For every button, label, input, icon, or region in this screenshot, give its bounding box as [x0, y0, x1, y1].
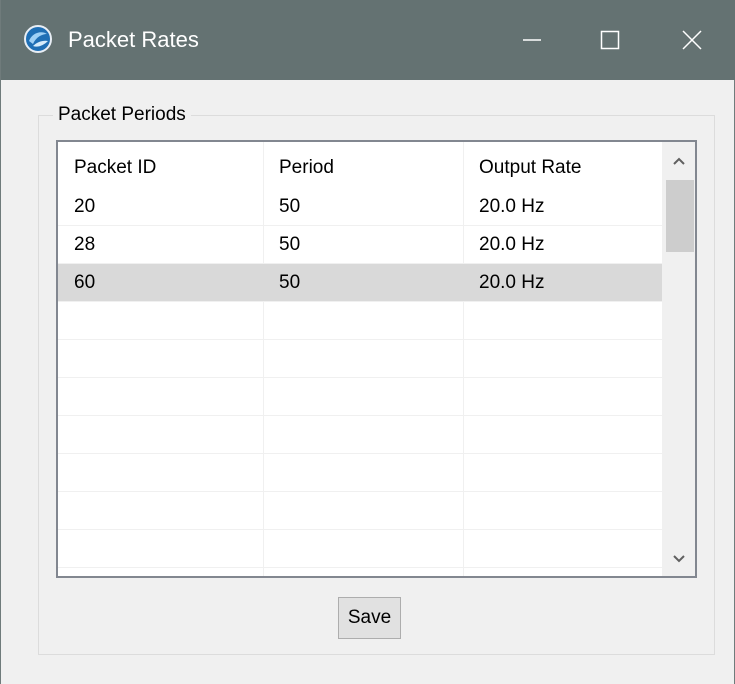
packet-id-cell: 60	[74, 272, 96, 293]
close-icon	[682, 30, 702, 50]
table-row-selected[interactable]: 60 50 20.0 Hz	[58, 264, 662, 302]
vertical-scrollbar[interactable]	[662, 142, 695, 576]
table-row[interactable]: 20 50 20.0 Hz	[58, 188, 662, 226]
minimize-button[interactable]	[493, 0, 571, 80]
table-header-row: Packet ID Period Output Rate	[58, 149, 662, 187]
period-cell[interactable]: 50	[263, 226, 463, 264]
period-cell[interactable]: 50	[263, 264, 463, 302]
column-header[interactable]: Output Rate	[463, 149, 662, 187]
window-title: Packet Rates	[68, 27, 199, 52]
empty-table-row[interactable]	[58, 378, 662, 416]
column-header[interactable]: Packet ID	[58, 149, 263, 187]
packet-id-cell: 28	[74, 234, 96, 255]
scroll-down-button[interactable]	[662, 542, 695, 576]
maximize-icon	[600, 30, 620, 50]
packet-id-cell: 20	[74, 196, 96, 217]
save-button[interactable]: Save	[338, 597, 401, 639]
output-rate-cell: 20.0 Hz	[479, 196, 545, 217]
empty-table-row[interactable]	[58, 492, 662, 530]
minimize-icon	[523, 39, 541, 41]
packet-rates-window: Packet Rates Packet Periods Packet ID Pe…	[0, 0, 735, 684]
empty-table-row[interactable]	[58, 530, 662, 568]
group-label: Packet Periods	[53, 103, 191, 127]
empty-table-row[interactable]	[58, 416, 662, 454]
chevron-up-icon	[672, 157, 685, 165]
empty-table-row[interactable]	[58, 454, 662, 492]
output-rate-cell: 20.0 Hz	[479, 234, 545, 255]
chevron-down-icon	[672, 555, 685, 563]
output-rate-cell: 20.0 Hz	[479, 272, 545, 293]
app-logo-icon	[24, 25, 52, 53]
empty-table-row[interactable]	[58, 302, 662, 340]
scroll-up-button[interactable]	[662, 144, 695, 178]
maximize-button[interactable]	[571, 0, 649, 80]
period-cell[interactable]: 50	[263, 188, 463, 226]
close-button[interactable]	[653, 0, 731, 80]
packet-table[interactable]: Packet ID Period Output Rate 20 50 20.0 …	[56, 140, 697, 578]
empty-table-row[interactable]	[58, 340, 662, 378]
title-bar[interactable]: Packet Rates	[1, 0, 735, 80]
column-header[interactable]: Period	[263, 149, 463, 187]
table-row[interactable]: 28 50 20.0 Hz	[58, 226, 662, 264]
scrollbar-thumb[interactable]	[666, 180, 694, 252]
table-grid: Packet ID Period Output Rate 20 50 20.0 …	[58, 142, 662, 576]
